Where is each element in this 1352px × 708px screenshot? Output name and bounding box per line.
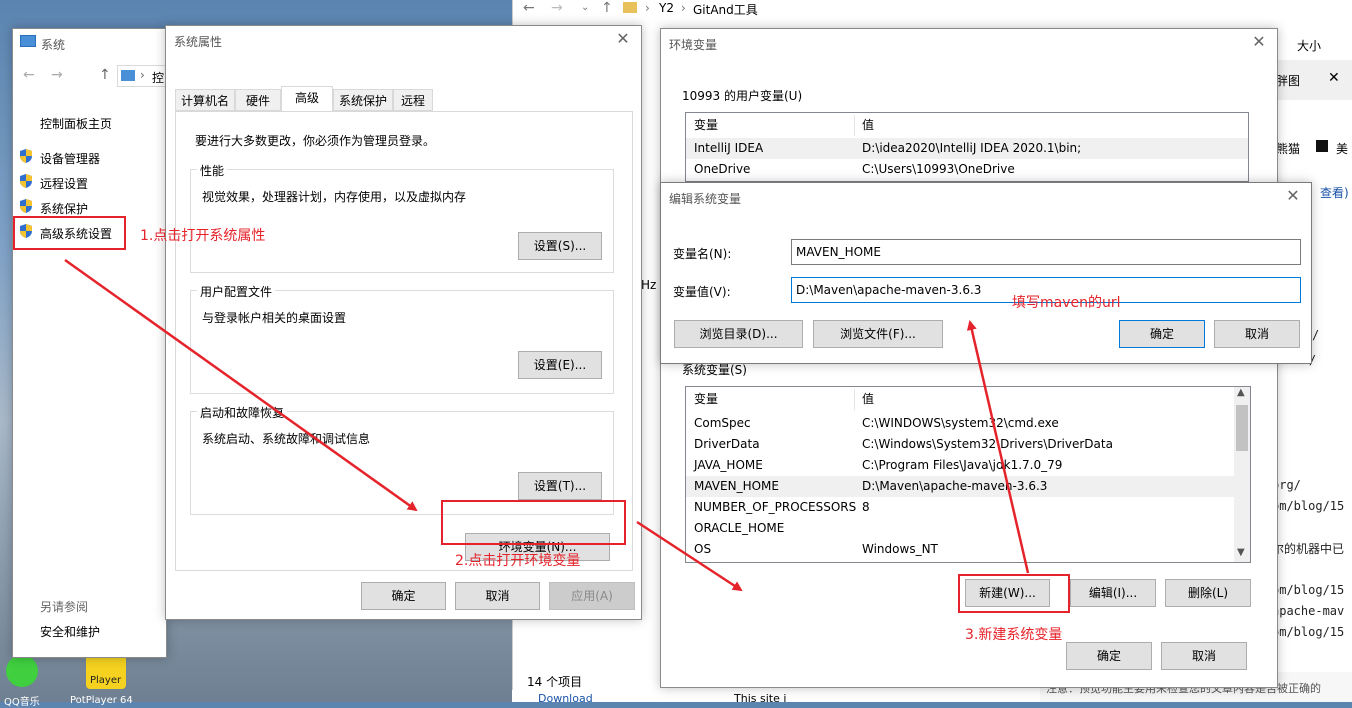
annotation-arrows <box>64 258 1030 592</box>
arrow-to-env-dialog <box>636 520 743 592</box>
arrow-to-value-field <box>966 320 1030 574</box>
arrow-to-env-button <box>64 258 418 512</box>
